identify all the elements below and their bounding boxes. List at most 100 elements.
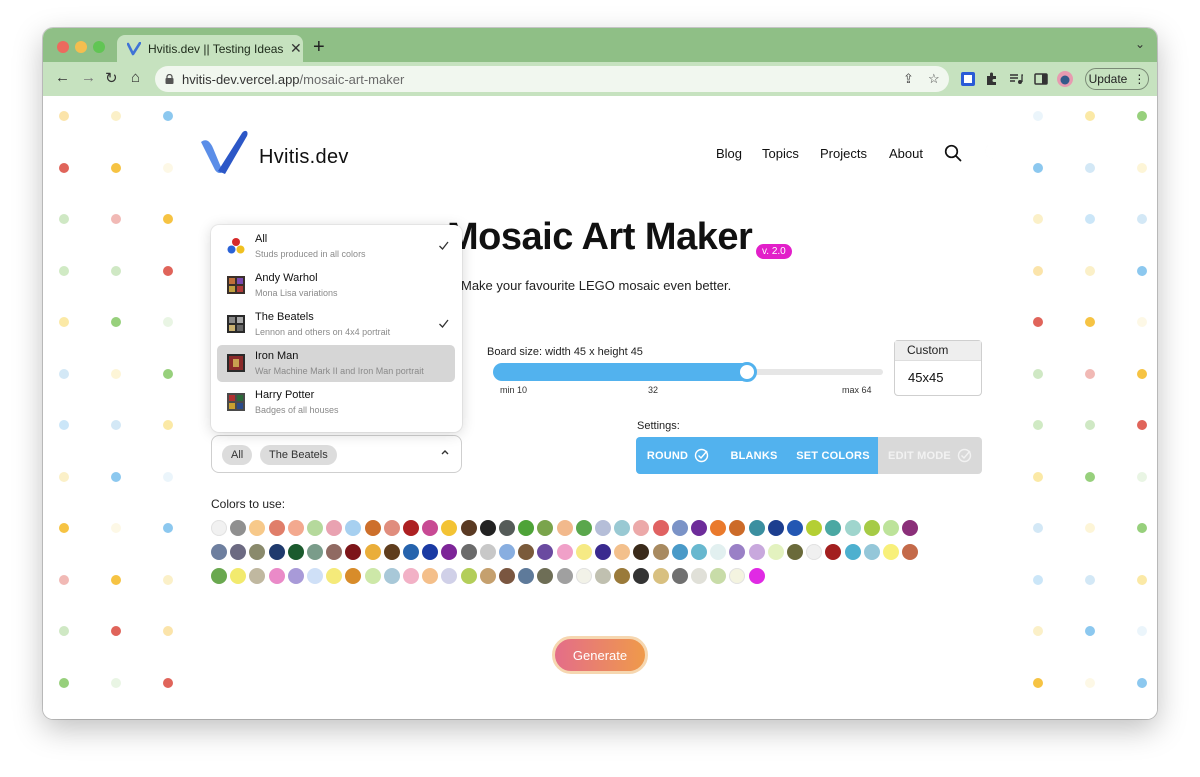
color-swatch[interactable] bbox=[230, 544, 246, 560]
color-swatch[interactable] bbox=[537, 520, 553, 536]
color-swatch[interactable] bbox=[403, 568, 419, 584]
color-swatch[interactable] bbox=[633, 544, 649, 560]
color-swatch[interactable] bbox=[691, 544, 707, 560]
color-swatch[interactable] bbox=[326, 568, 342, 584]
color-swatch[interactable] bbox=[518, 520, 534, 536]
color-swatch[interactable] bbox=[710, 520, 726, 536]
color-swatch[interactable] bbox=[845, 520, 861, 536]
color-swatch[interactable] bbox=[441, 568, 457, 584]
selected-chip-all[interactable]: All bbox=[222, 445, 253, 465]
color-swatch[interactable] bbox=[403, 544, 419, 560]
dark-mode-moon-icon[interactable] bbox=[982, 143, 1000, 161]
extension-screenshot-icon[interactable] bbox=[960, 71, 976, 87]
color-swatch[interactable] bbox=[211, 544, 227, 560]
color-swatch[interactable] bbox=[269, 520, 285, 536]
option-andy-warhol[interactable]: Andy Warhol Mona Lisa variations bbox=[217, 267, 455, 304]
color-swatch[interactable] bbox=[614, 568, 630, 584]
custom-size-input[interactable]: 45x45 bbox=[895, 370, 981, 385]
color-swatch[interactable] bbox=[269, 544, 285, 560]
color-swatch[interactable] bbox=[480, 544, 496, 560]
color-swatch[interactable] bbox=[902, 520, 918, 536]
color-swatch[interactable] bbox=[806, 520, 822, 536]
color-swatch[interactable] bbox=[749, 520, 765, 536]
blanks-toggle-button[interactable]: BLANKS bbox=[720, 437, 788, 474]
color-swatch[interactable] bbox=[576, 568, 592, 584]
search-icon[interactable] bbox=[944, 144, 962, 162]
color-swatch[interactable] bbox=[403, 520, 419, 536]
color-swatch[interactable] bbox=[499, 544, 515, 560]
board-size-slider[interactable] bbox=[493, 362, 883, 382]
tab-close-icon[interactable]: ✕ bbox=[290, 40, 302, 57]
extensions-puzzle-icon[interactable] bbox=[984, 71, 1000, 87]
color-swatch[interactable] bbox=[249, 568, 265, 584]
color-swatch[interactable] bbox=[557, 544, 573, 560]
browser-update-button[interactable]: Update ⋮ bbox=[1085, 68, 1149, 90]
color-swatch[interactable] bbox=[326, 520, 342, 536]
color-swatch[interactable] bbox=[307, 568, 323, 584]
color-swatch[interactable] bbox=[307, 520, 323, 536]
media-controls-icon[interactable] bbox=[1008, 71, 1024, 87]
option-the-beatels[interactable]: The Beatels Lennon and others on 4x4 por… bbox=[217, 306, 455, 343]
color-swatch[interactable] bbox=[365, 544, 381, 560]
home-button[interactable]: ⌂ bbox=[131, 69, 140, 86]
color-swatch[interactable] bbox=[211, 568, 227, 584]
color-swatch[interactable] bbox=[595, 568, 611, 584]
color-swatch[interactable] bbox=[576, 520, 592, 536]
color-swatch[interactable] bbox=[230, 568, 246, 584]
color-swatch[interactable] bbox=[768, 544, 784, 560]
chevron-up-icon[interactable] bbox=[440, 447, 450, 457]
color-swatch[interactable] bbox=[691, 568, 707, 584]
color-swatch[interactable] bbox=[672, 520, 688, 536]
color-swatch[interactable] bbox=[422, 568, 438, 584]
sets-multiselect[interactable]: All The Beatels bbox=[211, 435, 462, 473]
address-bar[interactable]: hvitis-dev.vercel.app/mosaic-art-maker ⇪… bbox=[155, 66, 949, 92]
forward-button[interactable]: → bbox=[81, 69, 96, 86]
color-swatch[interactable] bbox=[461, 568, 477, 584]
color-swatch[interactable] bbox=[883, 520, 899, 536]
color-swatch[interactable] bbox=[768, 520, 784, 536]
color-swatch[interactable] bbox=[672, 568, 688, 584]
color-swatch[interactable] bbox=[883, 544, 899, 560]
color-swatch[interactable] bbox=[576, 544, 592, 560]
color-swatch[interactable] bbox=[806, 544, 822, 560]
site-brand[interactable]: Hvitis.dev bbox=[259, 146, 349, 169]
color-swatch[interactable] bbox=[787, 544, 803, 560]
color-swatch[interactable] bbox=[518, 568, 534, 584]
option-all[interactable]: All Studs produced in all colors bbox=[217, 228, 455, 265]
set-colors-toggle-button[interactable]: SET COLORS bbox=[788, 437, 878, 474]
color-swatch[interactable] bbox=[749, 544, 765, 560]
color-swatch[interactable] bbox=[557, 520, 573, 536]
profile-avatar-icon[interactable] bbox=[1057, 71, 1073, 87]
color-swatch[interactable] bbox=[384, 568, 400, 584]
color-swatch[interactable] bbox=[614, 544, 630, 560]
color-swatch[interactable] bbox=[211, 520, 227, 536]
color-swatch[interactable] bbox=[288, 520, 304, 536]
color-swatch[interactable] bbox=[499, 520, 515, 536]
color-swatch[interactable] bbox=[653, 520, 669, 536]
color-swatch[interactable] bbox=[480, 568, 496, 584]
nav-projects[interactable]: Projects bbox=[820, 146, 867, 161]
option-harry-potter[interactable]: Harry Potter Badges of all houses bbox=[217, 384, 455, 421]
color-swatch[interactable] bbox=[441, 544, 457, 560]
color-swatch[interactable] bbox=[595, 544, 611, 560]
minimize-window-button[interactable] bbox=[75, 41, 87, 53]
color-swatch[interactable] bbox=[422, 544, 438, 560]
color-swatch[interactable] bbox=[288, 568, 304, 584]
color-swatch[interactable] bbox=[729, 520, 745, 536]
color-swatch[interactable] bbox=[384, 544, 400, 560]
color-swatch[interactable] bbox=[422, 520, 438, 536]
color-swatch[interactable] bbox=[729, 568, 745, 584]
reload-button[interactable]: ↻ bbox=[105, 69, 118, 87]
color-swatch[interactable] bbox=[288, 544, 304, 560]
color-swatch[interactable] bbox=[249, 544, 265, 560]
color-swatch[interactable] bbox=[653, 544, 669, 560]
share-icon[interactable]: ⇪ bbox=[903, 71, 914, 87]
color-swatch[interactable] bbox=[537, 568, 553, 584]
color-swatch[interactable] bbox=[710, 544, 726, 560]
color-swatch[interactable] bbox=[441, 520, 457, 536]
color-swatch[interactable] bbox=[345, 544, 361, 560]
color-swatch[interactable] bbox=[864, 520, 880, 536]
browser-tab[interactable]: Hvitis.dev || Testing Ideas with ✕ bbox=[117, 35, 303, 62]
color-swatch[interactable] bbox=[787, 520, 803, 536]
custom-size-box[interactable]: Custom 45x45 bbox=[894, 340, 982, 396]
